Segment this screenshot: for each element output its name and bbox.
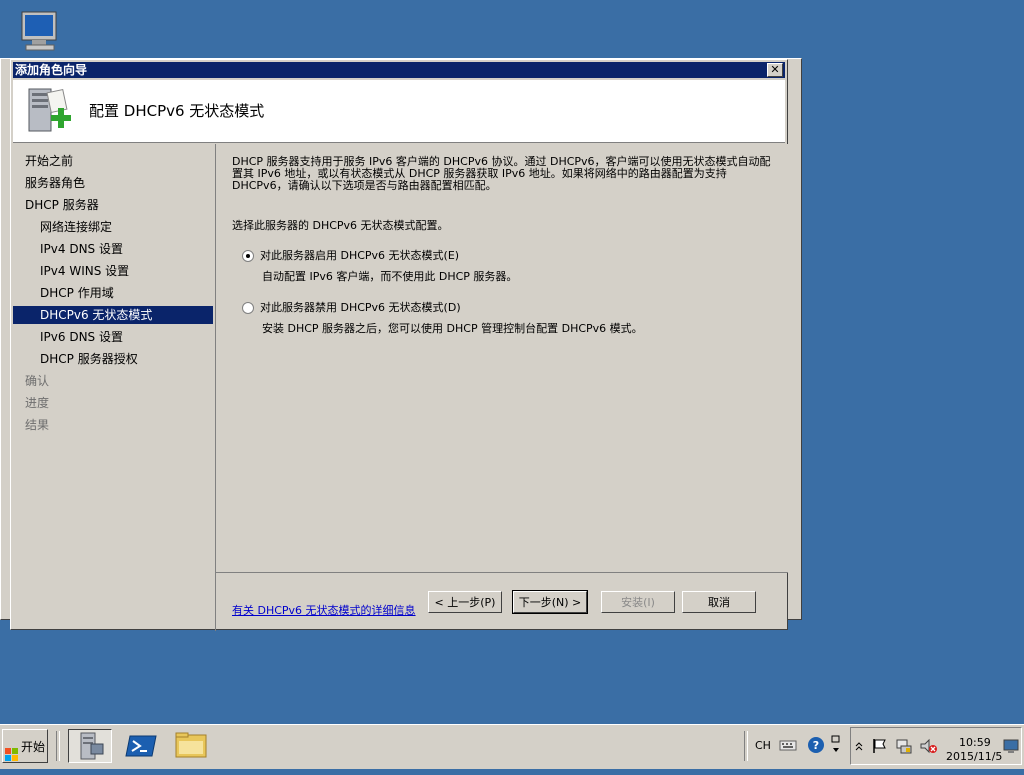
windows-logo-icon (5, 741, 19, 761)
sidebar-item-dhcpv6-stateless[interactable]: DHCPv6 无状态模式 (13, 306, 213, 324)
cancel-button[interactable]: 取消 (682, 591, 756, 613)
wizard-header: 配置 DHCPv6 无状态模式 (13, 80, 785, 143)
sidebar-item-server-roles[interactable]: 服务器角色 (13, 174, 213, 192)
start-label: 开始 (21, 740, 46, 754)
sidebar-item-dhcp-authorization[interactable]: DHCP 服务器授权 (13, 350, 213, 368)
show-desktop-icon[interactable] (1003, 738, 1019, 757)
prompt-text: 选择此服务器的 DHCPv6 无状态模式配置。 (232, 219, 449, 232)
enable-stateless-description: 自动配置 IPv6 客户端，而不使用此 DHCP 服务器。 (262, 270, 518, 283)
volume-muted-icon[interactable] (919, 737, 939, 758)
svg-text:?: ? (813, 739, 819, 752)
sidebar-item-dhcp-server[interactable]: DHCP 服务器 (13, 196, 213, 214)
enable-stateless-label[interactable]: 对此服务器启用 DHCPv6 无状态模式(E) (260, 249, 459, 262)
taskbar-separator (56, 731, 60, 761)
help-icon[interactable]: ? (806, 735, 828, 757)
clock-date[interactable]: 2015/11/5 (946, 750, 1002, 763)
close-button[interactable]: ✕ (767, 63, 783, 77)
computer-desktop-icon[interactable] (16, 10, 64, 54)
keyboard-icon[interactable] (778, 735, 800, 757)
sidebar-item-results: 结果 (25, 418, 50, 432)
sidebar-item-ipv4-wins[interactable]: IPv4 WINS 设置 (13, 262, 213, 280)
add-roles-wizard-window: 添加角色向导 ✕ 配置 DHCPv6 无状态模式 开始之前 服务器角色 DHCP… (10, 59, 788, 631)
wizard-steps-sidebar: 开始之前 服务器角色 DHCP 服务器 网络连接绑定 IPv4 DNS 设置 I… (13, 144, 215, 628)
show-hidden-icons-chevron-icon[interactable] (855, 740, 863, 755)
sidebar-item-before-you-begin[interactable]: 开始之前 (13, 152, 213, 170)
sidebar-item-confirmation: 确认 (25, 374, 50, 388)
server-add-role-icon (23, 85, 75, 137)
sidebar-item-dhcp-scopes[interactable]: DHCP 作用域 (13, 284, 213, 302)
network-icon[interactable] (895, 737, 913, 758)
sidebar-item-network-binding[interactable]: 网络连接绑定 (13, 218, 213, 236)
sidebar-item-ipv6-dns[interactable]: IPv6 DNS 设置 (13, 328, 213, 346)
sidebar-item-ipv4-dns[interactable]: IPv4 DNS 设置 (13, 240, 213, 258)
wizard-button-bar: < 上一步(P) 下一步(N) > 安装(I) 取消 (215, 572, 788, 631)
next-button[interactable]: 下一步(N) > (512, 590, 588, 614)
wizard-content: DHCP 服务器支持用于服务 IPv6 客户端的 DHCPv6 协议。通过 DH… (215, 144, 788, 617)
window-titlebar[interactable]: 添加角色向导 ✕ (13, 62, 785, 78)
enable-stateless-radio[interactable]: 对此服务器启用 DHCPv6 无状态模式(E) (242, 247, 459, 263)
description-text: DHCP 服务器支持用于服务 IPv6 客户端的 DHCPv6 协议。通过 DH… (232, 155, 771, 192)
server-manager-taskbar-icon[interactable] (68, 729, 112, 763)
powershell-taskbar-icon[interactable] (120, 729, 164, 763)
sidebar-item-progress: 进度 (25, 396, 50, 410)
file-explorer-taskbar-icon[interactable] (170, 729, 214, 763)
taskbar-separator (744, 731, 748, 761)
language-indicator[interactable]: CH (755, 739, 771, 752)
disable-stateless-description: 安装 DHCP 服务器之后，您可以使用 DHCP 管理控制台配置 DHCPv6 … (262, 322, 643, 335)
minimize-ime-icon[interactable] (830, 733, 844, 759)
page-title: 配置 DHCPv6 无状态模式 (89, 102, 265, 120)
radio-selected-icon[interactable] (242, 250, 254, 262)
system-tray: 10:59 2015/11/5 (850, 727, 1022, 765)
action-center-flag-icon[interactable] (871, 737, 889, 758)
install-button: 安装(I) (601, 591, 675, 613)
disable-stateless-radio[interactable]: 对此服务器禁用 DHCPv6 无状态模式(D) (242, 299, 461, 315)
start-button[interactable]: 开始 (2, 729, 48, 763)
disable-stateless-label[interactable]: 对此服务器禁用 DHCPv6 无状态模式(D) (260, 301, 461, 314)
window-title: 添加角色向导 (15, 63, 88, 77)
radio-unselected-icon[interactable] (242, 302, 254, 314)
back-button[interactable]: < 上一步(P) (428, 591, 502, 613)
clock-time[interactable]: 10:59 (959, 736, 991, 749)
taskbar: 开始 CH ? 10:59 2015/11/5 (0, 724, 1024, 769)
